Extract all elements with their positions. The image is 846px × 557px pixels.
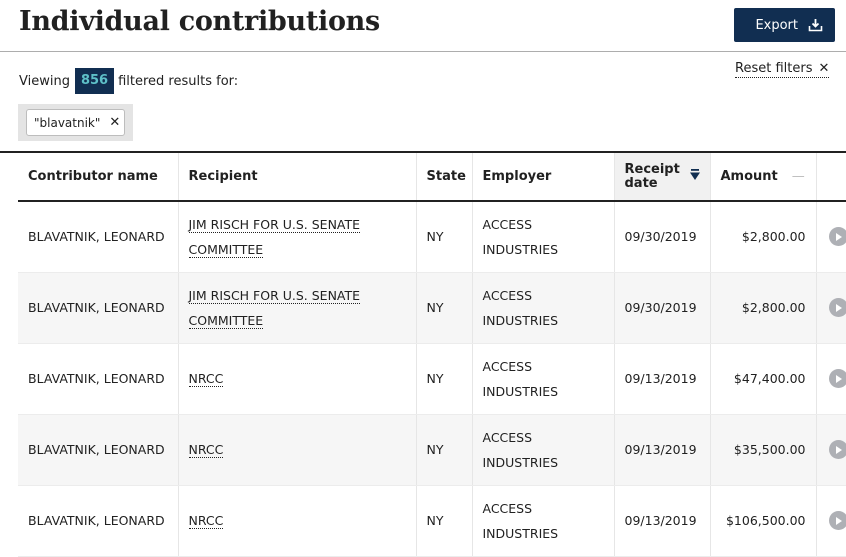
results-summary: Viewing 856 filtered results for: <box>19 68 238 94</box>
table-row: BLAVATNIK, LEONARD NRCC NY ACCESS INDUSTR… <box>18 414 846 486</box>
column-header-state[interactable]: State <box>416 153 473 202</box>
reset-filters-label: Reset filters <box>735 61 813 76</box>
amount-cell: $47,400.00 <box>710 343 817 415</box>
state-cell: NY <box>416 343 473 415</box>
filter-tags: "blavatnik" ✕ <box>18 104 133 141</box>
receipt-date-label: Receipt date <box>624 161 680 191</box>
recipient-cell: NRCC <box>178 414 417 486</box>
expand-cell <box>816 201 846 273</box>
amount-cell: $106,500.00 <box>710 485 817 557</box>
recipient-link[interactable]: JIM RISCH FOR U.S. SENATE <box>188 287 361 304</box>
column-header-employer[interactable]: Employer <box>472 153 615 202</box>
contributor-cell: BLAVATNIK, LEONARD <box>18 201 179 273</box>
column-header-recipient[interactable]: Recipient <box>178 153 417 202</box>
state-cell: NY <box>416 272 473 344</box>
expand-cell <box>816 485 846 557</box>
table-header-row: Contributor name Recipient State Employe… <box>18 153 846 202</box>
employer-line1: ACCESS <box>482 429 533 445</box>
close-icon: ✕ <box>818 61 830 76</box>
column-header-actions <box>816 153 846 202</box>
play-circle-icon[interactable] <box>828 298 846 317</box>
play-circle-icon[interactable] <box>828 227 846 247</box>
filter-tag-label: "blavatnik" <box>34 115 101 130</box>
play-circle-icon[interactable] <box>828 369 846 388</box>
contributor-cell: BLAVATNIK, LEONARD <box>18 272 179 344</box>
date-cell: 09/13/2019 <box>614 485 711 557</box>
reset-filters-link[interactable]: Reset filters ✕ <box>735 61 830 78</box>
recipient-cell: JIM RISCH FOR U.S. SENATE COMMITTEE <box>178 272 417 344</box>
employer-line2: INDUSTRIES <box>482 312 559 328</box>
employer-cell: ACCESS INDUSTRIES <box>472 485 615 557</box>
employer-cell: ACCESS INDUSTRIES <box>472 414 615 486</box>
recipient-link-line2[interactable]: COMMITTEE <box>188 241 264 258</box>
sort-descending-icon <box>689 168 700 185</box>
employer-cell: ACCESS INDUSTRIES <box>472 343 615 415</box>
contributor-cell: BLAVATNIK, LEONARD <box>18 414 179 486</box>
viewing-prefix: Viewing <box>19 73 70 89</box>
date-cell: 09/13/2019 <box>614 343 711 415</box>
state-cell: NY <box>416 201 473 273</box>
date-cell: 09/30/2019 <box>614 272 711 344</box>
column-header-amount[interactable]: Amount — <box>710 153 817 202</box>
contributor-cell: BLAVATNIK, LEONARD <box>18 485 179 557</box>
employer-cell: ACCESS INDUSTRIES <box>472 201 615 273</box>
employer-line1: ACCESS <box>482 287 533 303</box>
export-label: Export <box>755 17 798 33</box>
table-row: BLAVATNIK, LEONARD JIM RISCH FOR U.S. SE… <box>18 201 846 273</box>
employer-line2: INDUSTRIES <box>482 454 559 470</box>
contributor-cell: BLAVATNIK, LEONARD <box>18 343 179 415</box>
contributions-table: Contributor name Recipient State Employe… <box>18 153 846 557</box>
amount-cell: $2,800.00 <box>710 201 817 273</box>
recipient-link[interactable]: NRCC <box>188 513 224 529</box>
recipient-link-line2[interactable]: COMMITTEE <box>188 312 264 329</box>
recipient-link[interactable]: JIM RISCH FOR U.S. SENATE <box>188 216 361 233</box>
page-title: Individual contributions <box>19 6 380 37</box>
recipient-cell: NRCC <box>178 485 417 557</box>
expand-cell <box>816 272 846 344</box>
recipient-cell: JIM RISCH FOR U.S. SENATE COMMITTEE <box>178 201 417 273</box>
table-row: BLAVATNIK, LEONARD NRCC NY ACCESS INDUSTR… <box>18 485 846 557</box>
employer-cell: ACCESS INDUSTRIES <box>472 272 615 344</box>
sort-neutral-icon: — <box>791 169 805 184</box>
expand-cell <box>816 414 846 486</box>
page-header: Individual contributions Export <box>0 0 846 52</box>
amount-label: Amount <box>720 169 778 184</box>
state-cell: NY <box>416 485 473 557</box>
play-circle-icon[interactable] <box>828 440 846 459</box>
employer-line1: ACCESS <box>482 500 533 516</box>
column-header-contributor[interactable]: Contributor name <box>18 153 179 202</box>
expand-cell <box>816 343 846 415</box>
state-cell: NY <box>416 414 473 486</box>
viewing-suffix: filtered results for: <box>118 73 239 89</box>
column-header-receipt-date[interactable]: Receipt date <box>614 153 711 202</box>
table-row: BLAVATNIK, LEONARD JIM RISCH FOR U.S. SE… <box>18 272 846 344</box>
download-icon <box>808 18 823 32</box>
employer-line1: ACCESS <box>482 358 533 374</box>
close-icon[interactable]: ✕ <box>109 115 120 130</box>
date-cell: 09/30/2019 <box>614 201 711 273</box>
recipient-link[interactable]: NRCC <box>188 371 224 387</box>
amount-cell: $35,500.00 <box>710 414 817 486</box>
recipient-cell: NRCC <box>178 343 417 415</box>
employer-line2: INDUSTRIES <box>482 383 559 399</box>
filter-tag[interactable]: "blavatnik" ✕ <box>26 109 125 136</box>
date-cell: 09/13/2019 <box>614 414 711 486</box>
recipient-link[interactable]: NRCC <box>188 442 224 458</box>
table-row: BLAVATNIK, LEONARD NRCC NY ACCESS INDUSTR… <box>18 343 846 415</box>
export-button[interactable]: Export <box>734 8 835 42</box>
result-count-badge: 856 <box>74 68 115 94</box>
employer-line2: INDUSTRIES <box>482 525 559 541</box>
employer-line2: INDUSTRIES <box>482 241 559 257</box>
play-circle-icon[interactable] <box>828 511 846 530</box>
amount-cell: $2,800.00 <box>710 272 817 344</box>
employer-line1: ACCESS <box>482 216 533 232</box>
